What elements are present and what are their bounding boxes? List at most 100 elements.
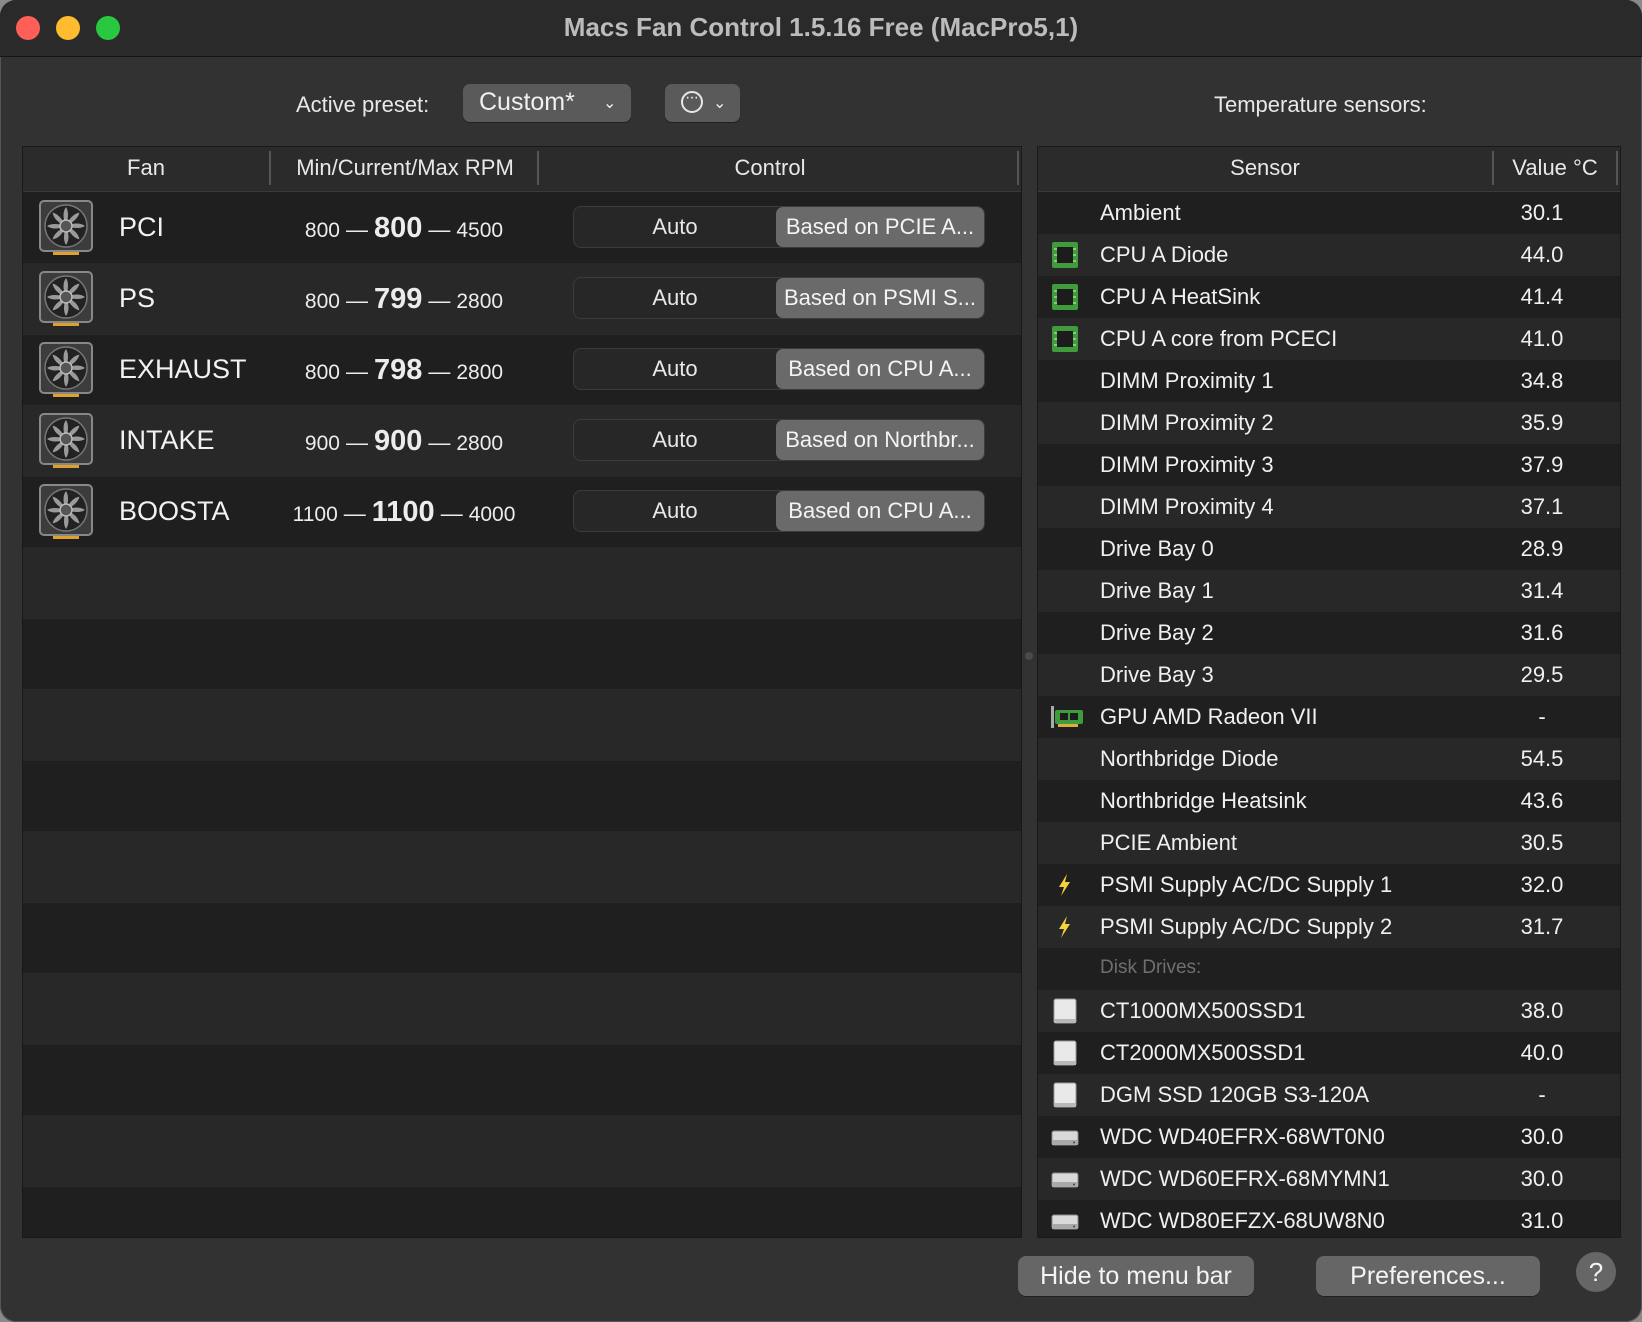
fan-icon: [39, 342, 93, 398]
disk-value: -: [1538, 1082, 1546, 1107]
help-button[interactable]: ?: [1576, 1252, 1616, 1292]
sensor-row[interactable]: CPU A Diode 44.0: [1038, 234, 1620, 276]
sensor-name: PSMI Supply AC/DC Supply 2: [1100, 914, 1393, 939]
fan-name: PS: [119, 283, 156, 313]
column-divider[interactable]: [1616, 151, 1618, 185]
sensor-row[interactable]: Northbridge Heatsink 43.6: [1038, 780, 1620, 822]
sensor-value: 37.9: [1520, 452, 1564, 477]
lightning-bolt-icon: [1050, 912, 1080, 942]
active-preset-label: Active preset:: [296, 92, 430, 117]
custom-control-button[interactable]: Based on PCIE A...: [776, 207, 984, 247]
empty-row: [23, 1044, 1021, 1116]
sensor-row[interactable]: Northbridge Diode 54.5: [1038, 738, 1620, 780]
sensor-row[interactable]: Drive Bay 0 28.9: [1038, 528, 1620, 570]
sensor-column-header[interactable]: Sensor: [1038, 155, 1492, 181]
disk-value: 38.0: [1520, 998, 1564, 1023]
preset-dropdown[interactable]: Custom* ⌄: [463, 84, 631, 122]
sensor-row[interactable]: CPU A core from PCECI 41.0: [1038, 318, 1620, 360]
fan-row[interactable]: PCI 800—800—4500 Auto Based on PCIE A...: [23, 192, 1021, 264]
disk-value: 31.0: [1520, 1208, 1564, 1233]
cpu-chip-icon: [1050, 282, 1080, 312]
temperature-sensors-title: Temperature sensors:: [1214, 92, 1427, 117]
fan-name: PCI: [119, 212, 165, 242]
empty-row: [23, 760, 1021, 832]
fan-current-rpm: 798: [373, 354, 423, 386]
disk-row[interactable]: CT2000MX500SSD1 40.0: [1038, 1032, 1620, 1074]
disk-value: 30.0: [1520, 1124, 1564, 1149]
auto-control-button[interactable]: Auto: [574, 278, 776, 318]
disk-row[interactable]: WDC WD60EFRX-68MYMN1 30.0: [1038, 1158, 1620, 1200]
sensor-value: 30.5: [1520, 830, 1564, 855]
fan-row[interactable]: PS 800—799—2800 Auto Based on PSMI S...: [23, 263, 1021, 335]
preset-actions-button[interactable]: ··· ⌄: [665, 84, 740, 122]
preset-value: Custom*: [479, 88, 575, 116]
preferences-button[interactable]: Preferences...: [1316, 1256, 1540, 1296]
hide-to-menu-bar-button[interactable]: Hide to menu bar: [1018, 1256, 1254, 1296]
auto-control-button[interactable]: Auto: [574, 207, 776, 247]
control-column-header[interactable]: Control: [539, 155, 1001, 181]
disk-row[interactable]: WDC WD40EFRX-68WT0N0 30.0: [1038, 1116, 1620, 1158]
sensor-value: 28.9: [1520, 536, 1564, 561]
sensor-name: GPU AMD Radeon VII: [1100, 704, 1318, 729]
sensor-row[interactable]: PCIE Ambient 30.5: [1038, 822, 1620, 864]
disk-value: 30.0: [1520, 1166, 1564, 1191]
fan-control-segmented: Auto Based on CPU A...: [573, 490, 985, 532]
sensor-name: Drive Bay 3: [1100, 662, 1214, 687]
fan-current-rpm: 900: [373, 425, 423, 457]
sensor-row[interactable]: DIMM Proximity 2 35.9: [1038, 402, 1620, 444]
fan-row[interactable]: BOOSTA 1100—1100—4000 Auto Based on CPU A..…: [23, 476, 1021, 548]
sensor-value: 31.7: [1520, 914, 1564, 939]
auto-control-button[interactable]: Auto: [574, 420, 776, 460]
column-divider[interactable]: [1017, 151, 1019, 185]
custom-control-button[interactable]: Based on PSMI S...: [776, 278, 984, 318]
disk-value: 40.0: [1520, 1040, 1564, 1065]
fan-icon: [39, 200, 93, 256]
sensor-value: 29.5: [1520, 662, 1564, 687]
disk-drives-group: Disk Drives:: [1038, 948, 1620, 990]
sensor-row[interactable]: DIMM Proximity 4 37.1: [1038, 486, 1620, 528]
sensor-row[interactable]: Drive Bay 1 31.4: [1038, 570, 1620, 612]
fan-name: EXHAUST: [119, 354, 247, 384]
fan-table: Fan Min/Current/Max RPM Control PCI 800—8…: [22, 146, 1022, 1238]
ssd-icon: [1050, 1038, 1080, 1068]
custom-control-button[interactable]: Based on Northbr...: [776, 420, 984, 460]
fan-max-rpm: 4000: [468, 503, 516, 526]
sensor-row[interactable]: Drive Bay 2 31.6: [1038, 612, 1620, 654]
custom-control-button[interactable]: Based on CPU A...: [776, 491, 984, 531]
sensor-row[interactable]: PSMI Supply AC/DC Supply 2 31.7: [1038, 906, 1620, 948]
disk-row[interactable]: CT1000MX500SSD1 38.0: [1038, 990, 1620, 1032]
split-view-handle[interactable]: [1025, 652, 1033, 660]
custom-control-button[interactable]: Based on CPU A...: [776, 349, 984, 389]
disk-row[interactable]: DGM SSD 120GB S3-120A -: [1038, 1074, 1620, 1116]
sensor-row[interactable]: Drive Bay 3 29.5: [1038, 654, 1620, 696]
sensor-row[interactable]: PSMI Supply AC/DC Supply 1 32.0: [1038, 864, 1620, 906]
sensor-row[interactable]: DIMM Proximity 1 34.8: [1038, 360, 1620, 402]
dash-separator: —: [428, 217, 451, 242]
fan-row[interactable]: INTAKE 900—900—2800 Auto Based on Northbr..…: [23, 405, 1021, 477]
sensor-row[interactable]: DIMM Proximity 3 37.9: [1038, 444, 1620, 486]
fan-control-segmented: Auto Based on Northbr...: [573, 419, 985, 461]
value-column-header[interactable]: Value °C: [1494, 155, 1616, 181]
fan-name: INTAKE: [119, 425, 215, 455]
sensor-row[interactable]: GPU AMD Radeon VII -: [1038, 696, 1620, 738]
empty-row: [23, 1186, 1021, 1237]
gpu-card-icon: [1050, 702, 1083, 732]
hard-drive-icon: [1050, 1206, 1080, 1236]
disk-row[interactable]: WDC WD80EFZX-68UW8N0 31.0: [1038, 1200, 1620, 1237]
sensor-value: 44.0: [1520, 242, 1564, 267]
sensor-name: PSMI Supply AC/DC Supply 1: [1100, 872, 1393, 897]
sensor-table-header: Sensor Value °C: [1038, 147, 1620, 192]
rpm-column-header[interactable]: Min/Current/Max RPM: [271, 155, 539, 181]
window-title: Macs Fan Control 1.5.16 Free (MacPro5,1): [563, 12, 1079, 42]
sensor-value: 34.8: [1520, 368, 1564, 393]
sensor-name: Ambient: [1100, 200, 1181, 225]
sensor-row[interactable]: CPU A HeatSink 41.4: [1038, 276, 1620, 318]
sensor-row[interactable]: Ambient 30.1: [1038, 192, 1620, 234]
auto-control-button[interactable]: Auto: [574, 491, 776, 531]
fan-row[interactable]: EXHAUST 800—798—2800 Auto Based on CPU A...: [23, 334, 1021, 406]
sensor-name: Drive Bay 0: [1100, 536, 1214, 561]
fan-column-header[interactable]: Fan: [23, 155, 269, 181]
fan-max-rpm: 2800: [456, 290, 504, 313]
auto-control-button[interactable]: Auto: [574, 349, 776, 389]
sensor-name: CPU A Diode: [1100, 242, 1229, 267]
